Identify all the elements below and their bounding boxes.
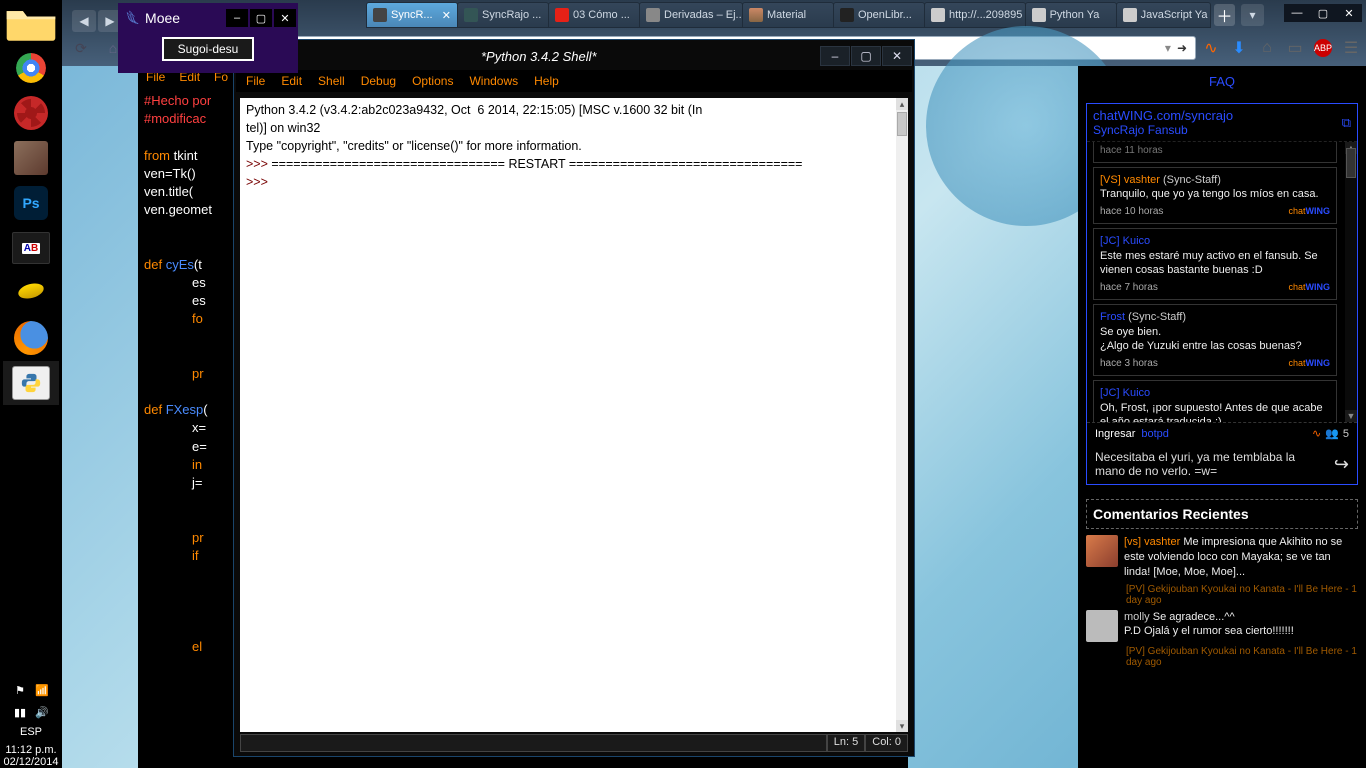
maximize-button[interactable]: ▢ [1310,4,1336,22]
rss-small-icon[interactable]: ∿ [1312,427,1321,440]
comments-header: Comentarios Recientes [1086,499,1358,529]
home2-icon[interactable]: ⌂ [1258,39,1276,57]
abscript-icon[interactable]: AB [3,226,59,270]
chat-widget: chatWING.com/syncrajo SyncRajo Fansub ⧉ … [1086,103,1358,485]
tab-derivadas[interactable]: Derivadas – Ej... [639,2,743,28]
battery-icon[interactable]: ▮▮ [12,706,28,722]
minimize-button[interactable]: – [820,46,850,66]
avatar [1086,535,1118,567]
chat-title: chatWING.com/syncrajo [1093,108,1233,123]
close-icon[interactable]: ✕ [442,9,451,22]
tab-http[interactable]: http://...209895 [924,2,1026,28]
back-button[interactable]: ◀ [72,10,96,32]
download-icon[interactable]: ⬇ [1230,39,1248,57]
tab-youtube[interactable]: 03 Cómo ... [548,2,640,28]
avatar-app-icon[interactable] [3,136,59,180]
status-col: Col: 0 [865,734,908,752]
maximize-button[interactable]: ▢ [851,46,881,66]
chat-message: Frost (Sync-Staff) Se oye bien. ¿Algo de… [1093,304,1337,376]
taskbar: Ps AB ⚑ 📶 ▮▮ 🔊 ESP 11:12 p.m. 02/12/2014 [0,0,62,768]
comment-meta: [PV] Gekijouban Kyoukai no Kanata - I'll… [1126,584,1358,606]
menu-icon[interactable]: ☰ [1342,39,1360,57]
avatar [1086,610,1118,642]
chat-subtitle: SyncRajo Fansub [1093,123,1233,137]
flag-icon[interactable]: ⚑ [12,684,28,700]
comment-item: [vs] vashter Me impresiona que Akihito n… [1086,535,1358,580]
chat-scrollbar[interactable]: ▲ ▼ [1345,142,1357,422]
tray-time[interactable]: 11:12 p.m. [0,744,62,756]
umbrella-icon[interactable] [3,91,59,135]
tab-pythonya[interactable]: Python Ya [1025,2,1117,28]
window-controls: — ▢ ✕ [1284,4,1362,22]
python-idle-icon[interactable] [3,361,59,405]
bookmark-icon[interactable]: ▭ [1286,39,1304,57]
chat-input[interactable]: Necesitaba el yuri, ya me temblaba la ma… [1095,450,1349,478]
close-button[interactable]: ✕ [882,46,912,66]
chat-message: [VS] vashter (Sync-Staff) Tranquilo, que… [1093,167,1337,224]
python-shell-window: 𓆰 *Python 3.4.2 Shell* – ▢ ✕ FileEditShe… [234,40,914,756]
reload-button[interactable]: ⟳ [68,36,94,60]
tray-lang[interactable]: ESP [0,726,62,738]
system-tray: ⚑ 📶 ▮▮ 🔊 ESP 11:12 p.m. 02/12/2014 [0,680,62,768]
status-line: Ln: 5 [827,734,865,752]
tab-openlibra[interactable]: OpenLibr... [833,2,925,28]
minimize-button[interactable]: – [226,9,248,27]
photoshop-icon[interactable]: Ps [3,181,59,225]
chat-message: [JC] Kuico Este mes estaré muy activo en… [1093,228,1337,300]
shell-body[interactable]: Python 3.4.2 (v3.4.2:ab2c023a9432, Oct 6… [240,98,908,732]
firefox-icon[interactable] [3,316,59,360]
close-button[interactable]: ✕ [1336,4,1362,22]
tab-syncrajo-2[interactable]: SyncRajo ... [457,2,549,28]
tab-jsya[interactable]: JavaScript Ya [1116,2,1211,28]
shell-menu[interactable]: FileEditShellDebugOptionsWindowsHelp [236,70,912,92]
tab-material[interactable]: Material [742,2,834,28]
shell-statusbar: Ln: 5 Col: 0 [240,734,908,752]
abp-icon[interactable]: ABP [1314,39,1332,57]
chat-message: [JC] Kuico Oh, Frost, ¡por supuesto! Ant… [1093,380,1337,422]
explorer-icon[interactable] [3,1,59,45]
tray-date[interactable]: 02/12/2014 [0,756,62,768]
users-icon: 👥 [1325,427,1339,440]
maximize-button[interactable]: ▢ [250,9,272,27]
chat-popout-icon[interactable]: ⧉ [1342,115,1351,131]
new-tab-button[interactable]: ＋ [1214,4,1235,26]
comment-item: molly Se agradece...^^ P.D Ojalá y el ru… [1086,610,1358,642]
chat-login-label[interactable]: Ingresar [1095,428,1135,440]
faq-link[interactable]: FAQ [1209,74,1235,89]
tab-syncrajo-1[interactable]: SyncR...✕ [366,2,458,28]
sugoi-button[interactable]: Sugoi-desu [162,37,255,61]
comment-meta: [PV] Gekijouban Kyoukai no Kanata - I'll… [1126,646,1358,668]
volume-icon[interactable]: 🔊 [34,706,50,722]
chrome-icon[interactable] [3,46,59,90]
minimize-button[interactable]: — [1284,4,1310,22]
moee-window: 𓆰 Moee – ▢ ✕ Sugoi-desu [118,3,298,73]
dropdown-icon[interactable]: ▾ [1165,41,1171,55]
moee-titlebar[interactable]: 𓆰 Moee – ▢ ✕ [120,5,296,31]
side-panel: FAQ chatWING.com/syncrajo SyncRajo Fansu… [1078,66,1366,768]
shell-titlebar[interactable]: 𓆰 *Python 3.4.2 Shell* – ▢ ✕ [236,42,912,70]
python-feather-icon: 𓆰 [126,5,139,31]
shell-scrollbar[interactable]: ▴ ▾ [896,98,908,732]
rss-icon[interactable]: ∿ [1202,39,1220,57]
network-icon[interactable]: 📶 [34,684,50,700]
reader-icon[interactable]: ➜ [1177,41,1187,55]
send-icon[interactable]: ↪ [1334,454,1349,475]
chat-login-state: botpd [1141,428,1169,440]
jdownloader-icon[interactable] [3,271,59,315]
tab-list-button[interactable]: ▾ [1241,4,1264,26]
close-button[interactable]: ✕ [274,9,296,27]
